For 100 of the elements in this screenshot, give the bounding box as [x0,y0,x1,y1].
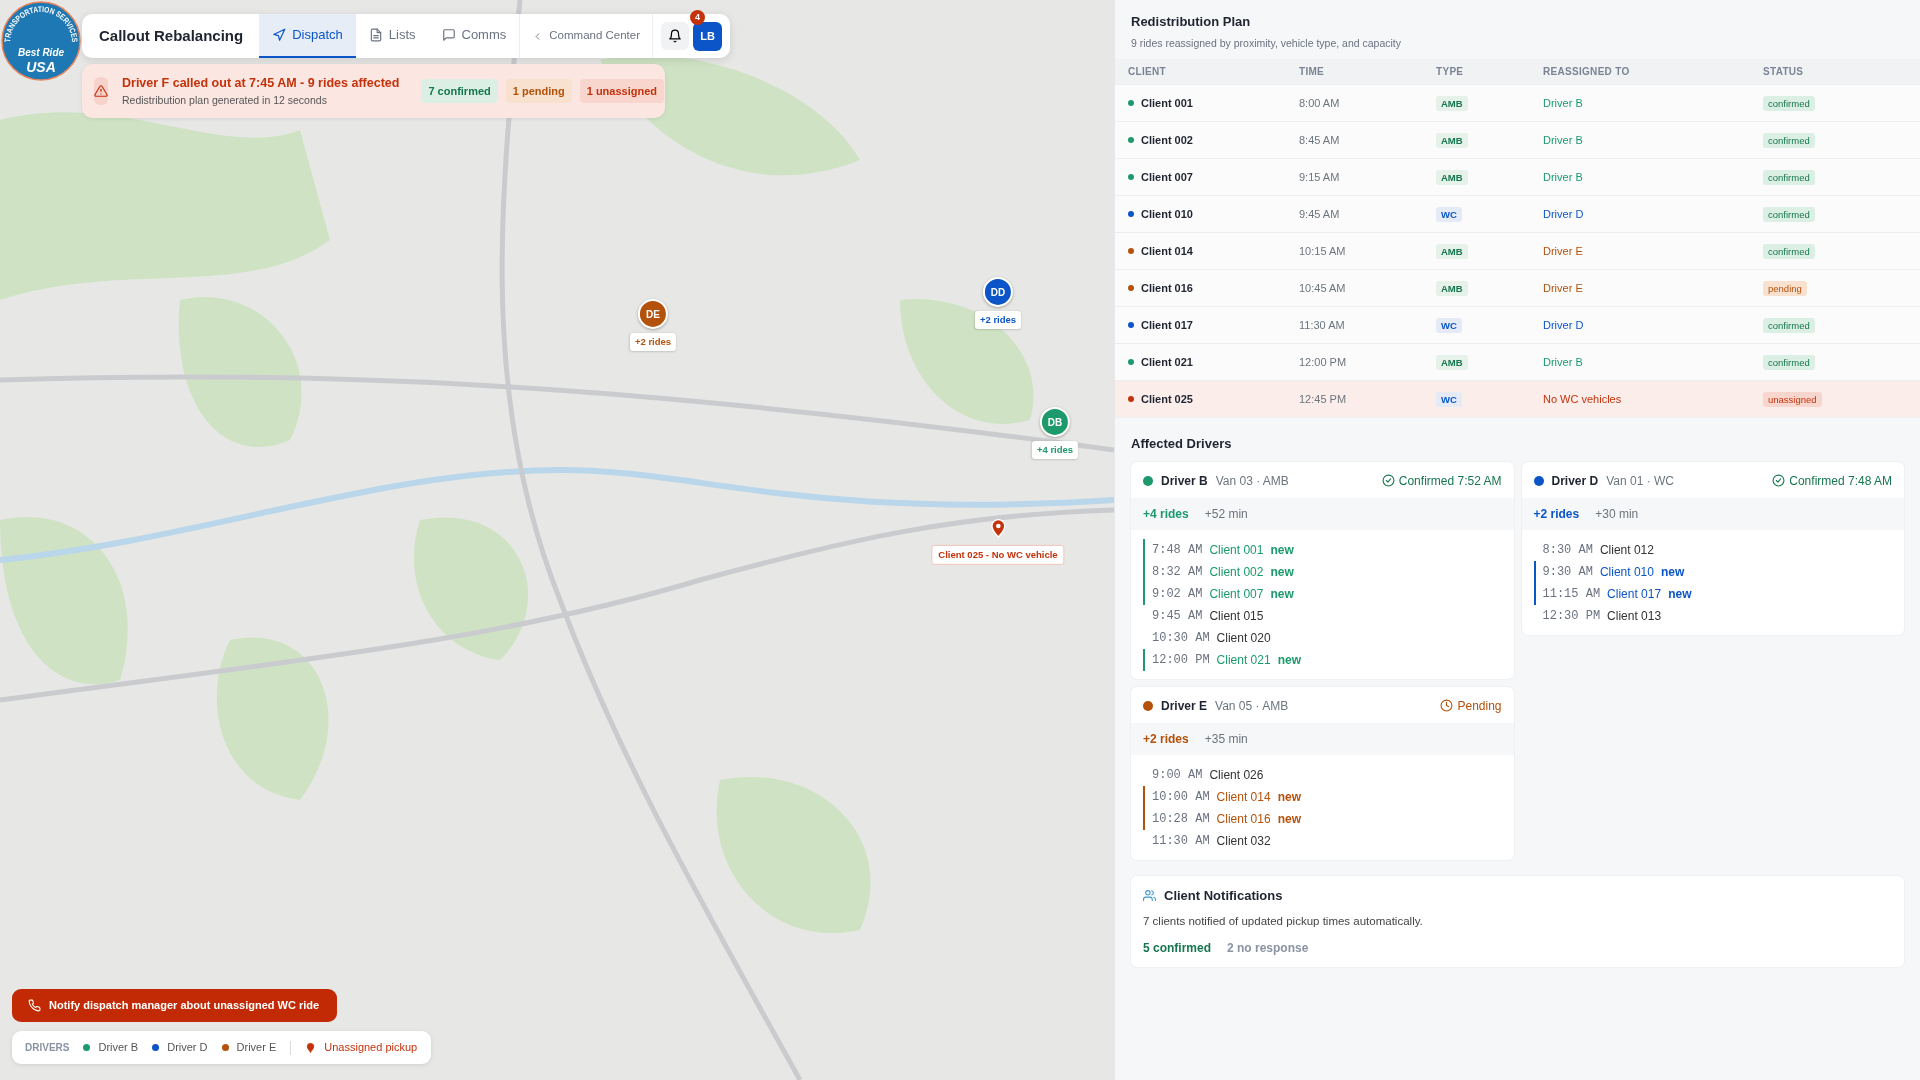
section-title: Affected Drivers [1131,435,1233,454]
alert-title: Driver F called out at 7:45 AM - 9 rides affected [122,74,400,92]
no-response-count: 2 no response [1227,939,1309,957]
map-pin-icon [305,1041,317,1054]
tab[interactable]: Lists [355,14,429,58]
schedule-client: Client 032 [1216,832,1271,850]
schedule-time: 11:30 AM [1152,832,1210,850]
driver-link[interactable]: Driver D [1543,319,1584,331]
new-tag: new [1660,562,1685,581]
status-tag: pending [1763,281,1807,296]
driver-link[interactable]: Driver E [1543,282,1583,294]
driver-link[interactable]: Driver B [1543,97,1583,109]
rides-count: +2 rides [1533,506,1580,521]
user-avatar[interactable]: LB [693,21,723,51]
schedule-time: 9:00 AM [1152,766,1203,784]
new-tag: new [1270,562,1294,581]
schedule-time: 8:32 AM [1152,563,1203,581]
vehicle-label: Van 03 · AMB [1215,472,1289,490]
driver-name: Driver D [1551,472,1599,490]
legend-label: Driver E [236,1040,277,1056]
schedule-client: Client 012 [1599,541,1654,559]
table-cell-text: 12:00 PM [1299,355,1348,370]
back-link[interactable]: Command Center [519,14,654,58]
section-title: Redistribution Plan [1131,13,1252,31]
client-name: Client 025 [1141,392,1193,407]
alert-subtitle: Redistribution plan generated in 12 seconds [122,92,328,108]
driver-link[interactable]: Driver B [1543,134,1583,146]
tab[interactable]: Dispatch [259,14,356,58]
schedule-time: 10:28 AM [1152,810,1210,828]
table-cell-text: 8:00 AM [1299,96,1341,111]
status-count: 1 pending [505,78,572,104]
schedule-client: Client 013 [1607,607,1662,625]
status-count: 7 confirmed [421,78,498,104]
vehicle-type-tag: AMB [1436,133,1468,148]
schedule-client: Client 015 [1209,607,1264,625]
chat-bubble-icon [441,28,456,42]
schedule-client: Client 020 [1216,629,1271,647]
legend-label: Driver B [98,1040,139,1056]
vehicle-label: Van 05 · AMB [1215,697,1289,715]
driver-link[interactable]: Driver E [1543,245,1583,257]
status-tag: confirmed [1763,207,1815,222]
legend-title: DRIVERS [25,1041,70,1055]
status-count: 1 unassigned [579,78,664,104]
vehicle-type-tag: AMB [1436,355,1468,370]
phone-icon [28,999,41,1012]
schedule-time: 10:00 AM [1152,788,1210,806]
status-tag: confirmed [1763,244,1815,259]
status-tag: confirmed [1763,170,1815,185]
driver-status: Confirmed 7:52 AM [1398,472,1502,490]
new-tag: new [1668,584,1692,603]
client-name: Client 007 [1141,170,1193,185]
schedule-time: 12:00 PM [1152,651,1210,669]
status-tag: confirmed [1763,355,1815,370]
legend-label: Unassigned pickup [324,1040,418,1056]
status-tag: unassigned [1763,392,1822,407]
schedule-time: 11:15 AM [1542,585,1601,603]
client-name: Client 021 [1141,355,1193,370]
schedule-time: 9:45 AM [1152,607,1203,625]
added-time: +30 min [1595,506,1639,521]
driver-status: Confirmed 7:48 AM [1789,472,1892,490]
driver-link[interactable]: No WC vehicles [1543,393,1622,405]
schedule-client: Client 017 [1607,585,1662,603]
column-header: TIME [1299,65,1326,80]
vehicle-type-tag: AMB [1436,281,1468,296]
users-icon [1143,889,1156,902]
notify-button[interactable]: Notify dispatch manager about unassigned WC ride [12,989,338,1022]
driver-link[interactable]: Driver D [1543,208,1584,220]
legend-label: Driver D [167,1040,208,1056]
column-header: CLIENT [1128,65,1167,80]
tab[interactable]: Comms [428,14,520,58]
status-tag: confirmed [1763,133,1815,148]
new-tag: new [1277,650,1301,669]
status-tag: confirmed [1763,96,1815,111]
page-title: Callout Rebalancing [98,25,245,46]
notifications-button[interactable] [661,22,690,50]
client-name: Client 017 [1141,318,1193,333]
vehicle-type-tag: AMB [1436,96,1468,111]
new-tag: new [1270,540,1294,559]
document-icon [368,28,383,42]
schedule-client: Client 021 [1216,651,1271,669]
table-cell-text: 8:45 AM [1299,133,1341,148]
table-cell-text: 9:45 AM [1299,207,1341,222]
logo-text: USA [26,59,56,75]
schedule-time: 9:02 AM [1152,585,1203,603]
schedule-client: Client 007 [1209,585,1264,603]
driver-link[interactable]: Driver B [1543,356,1583,368]
schedule-client: Client 014 [1216,788,1271,806]
schedule-time: 7:48 AM [1152,541,1203,559]
column-header: REASSIGNED TO [1543,65,1631,80]
table-cell-text: 11:30 AM [1299,318,1346,333]
schedule-time: 8:30 AM [1542,541,1593,559]
client-name: Client 016 [1141,281,1193,296]
schedule-client: Client 026 [1209,766,1264,784]
schedule-time: 9:30 AM [1542,563,1593,581]
table-cell-text: 10:45 AM [1299,281,1347,296]
vehicle-type-tag: AMB [1436,244,1468,259]
driver-link[interactable]: Driver B [1543,171,1583,183]
table-cell-text: 9:15 AM [1299,170,1341,185]
confirmed-count: 5 confirmed [1143,939,1211,957]
rides-count: +4 rides [1143,506,1189,521]
